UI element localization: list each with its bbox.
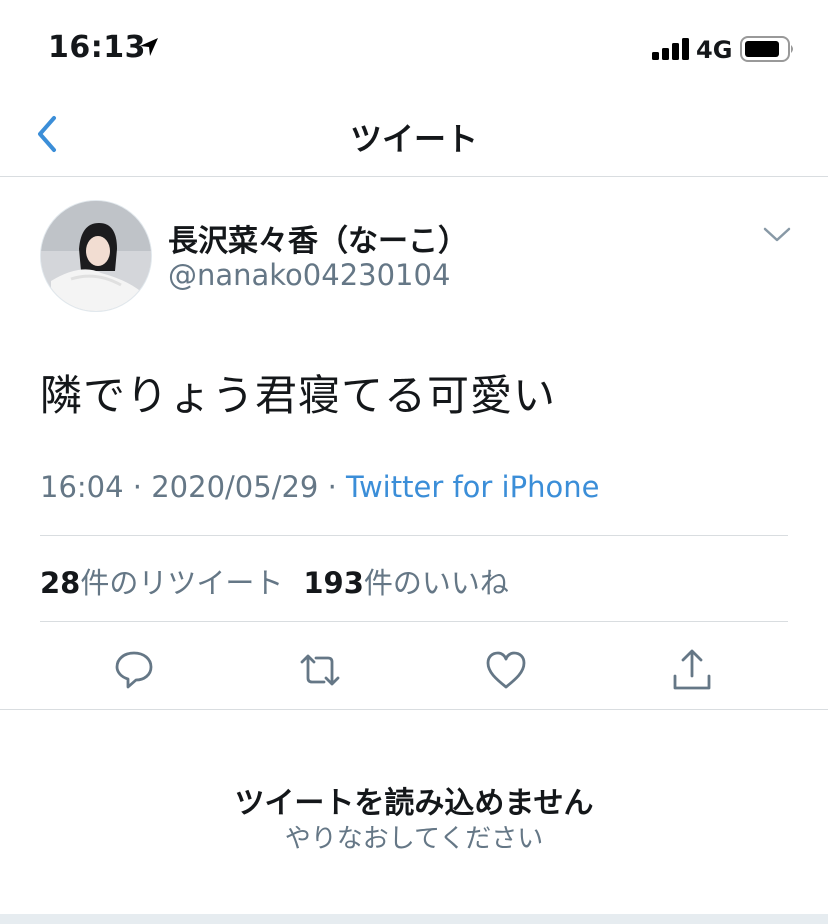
divider	[40, 535, 788, 536]
meta-separator: ·	[132, 470, 143, 504]
like-icon	[482, 651, 530, 698]
network-type: 4G	[696, 36, 733, 64]
tweet-detail-screen: 16:13 4G ツイート 長沢菜々香（なーこ） @nanako04230104…	[0, 0, 828, 924]
more-options-button[interactable]	[762, 226, 792, 248]
tweet-date: 2020/05/29	[151, 470, 319, 504]
author-name[interactable]: 長沢菜々香（なーこ）	[168, 216, 468, 260]
share-button[interactable]	[668, 646, 716, 694]
chevron-down-icon	[762, 227, 792, 248]
bottom-separator	[0, 914, 828, 924]
tweet-source-link[interactable]: Twitter for iPhone	[346, 470, 599, 504]
status-time: 16:13	[48, 30, 146, 65]
retweet-button[interactable]	[296, 646, 344, 694]
reply-icon	[110, 651, 158, 698]
reply-button[interactable]	[110, 646, 158, 694]
divider	[40, 621, 788, 622]
retry-link[interactable]: やりなおしてください	[0, 818, 828, 855]
tweet-actions	[0, 640, 828, 700]
author-handle[interactable]: @nanako04230104	[168, 258, 450, 292]
like-label: 件のいいね	[363, 566, 509, 600]
status-bar: 16:13 4G	[0, 0, 828, 92]
navigation-bar: ツイート	[0, 92, 828, 177]
page-title: ツイート	[349, 120, 478, 158]
retweet-icon	[296, 654, 344, 698]
tweet-time: 16:04	[40, 470, 124, 504]
retweet-count: 28	[40, 566, 81, 600]
retweet-stat[interactable]: 28件のリツイート	[40, 566, 283, 600]
load-error-title: ツイートを読み込めません	[234, 786, 594, 821]
retweet-label: 件のリツイート	[80, 566, 284, 600]
like-stat[interactable]: 193件のいいね	[303, 566, 509, 600]
battery-icon	[740, 36, 796, 66]
share-icon	[668, 649, 716, 698]
tweet-meta: 16:04 · 2020/05/29 · Twitter for iPhone	[40, 470, 599, 504]
meta-separator: ·	[327, 470, 337, 504]
like-count: 193	[303, 566, 364, 600]
tweet-stats: 28件のリツイート 193件のいいね	[40, 560, 509, 602]
signal-icon	[652, 38, 692, 64]
avatar[interactable]	[40, 200, 152, 312]
divider	[0, 709, 828, 710]
tweet-text: 隣でりょう君寝てる可愛い	[40, 371, 557, 420]
location-arrow-icon	[138, 36, 160, 62]
like-button[interactable]	[482, 646, 530, 694]
